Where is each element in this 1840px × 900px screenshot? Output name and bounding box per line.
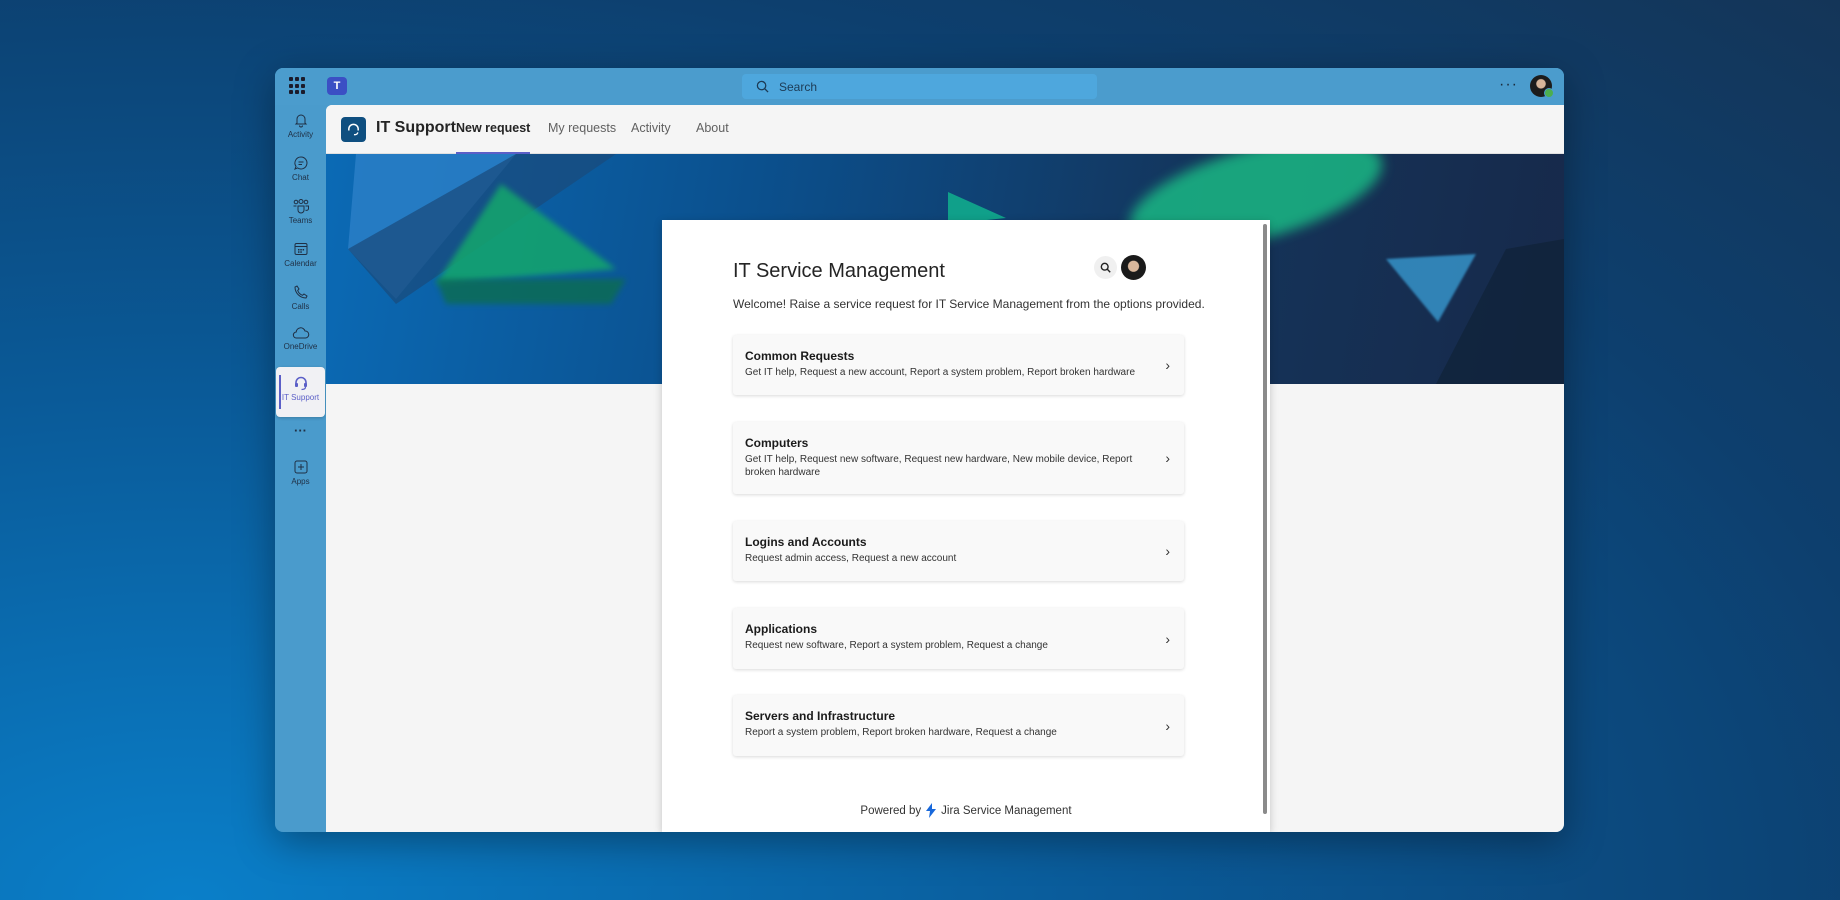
title-bar: T Search ···	[275, 68, 1564, 105]
more-options-button[interactable]: ···	[1499, 76, 1518, 94]
user-avatar[interactable]	[1530, 75, 1554, 98]
item-description: Request new software, Report a system pr…	[745, 640, 1048, 651]
item-description: Report a system problem, Report broken h…	[745, 727, 1057, 738]
search-icon	[1100, 262, 1111, 273]
teams-window: T Search ··· Activity Chat Teams Calenda…	[275, 68, 1564, 832]
cloud-icon	[292, 327, 309, 339]
request-group-servers-infrastructure[interactable]: Servers and Infrastructure Report a syst…	[733, 695, 1184, 756]
request-group-logins-accounts[interactable]: Logins and Accounts Request admin access…	[733, 521, 1184, 581]
request-group-computers[interactable]: Computers Get IT help, Request new softw…	[733, 422, 1184, 494]
search-icon	[756, 80, 769, 93]
rail-label: Teams	[288, 216, 313, 225]
bell-icon	[294, 114, 307, 128]
item-title: Computers	[745, 436, 809, 450]
app-launcher-icon[interactable]	[289, 77, 307, 95]
rail-label: Chat	[292, 173, 309, 182]
chevron-right-icon: ›	[1165, 717, 1170, 734]
rail-item-chat[interactable]: Chat	[275, 150, 326, 192]
app-rail: Activity Chat Teams Calendar Calls OneDr…	[275, 105, 326, 832]
app-header: IT Support New request My requests Activ…	[326, 105, 1564, 154]
rail-label: Apps	[291, 477, 310, 486]
scrollbar[interactable]	[1263, 224, 1267, 814]
rail-item-activity[interactable]: Activity	[275, 107, 326, 149]
portal-card: IT Service Management Welcome! Raise a s…	[662, 220, 1270, 832]
app-content: IT Support New request My requests Activ…	[326, 105, 1564, 832]
chevron-right-icon: ›	[1165, 357, 1170, 373]
portal-search-button[interactable]	[1094, 256, 1117, 279]
rail-label: IT Support	[281, 393, 320, 402]
powered-by-footer: Powered by Jira Service Management	[662, 803, 1270, 818]
teams-logo-icon: T	[327, 77, 347, 95]
tab-new-request[interactable]: New request	[456, 121, 531, 154]
portal-user-avatar[interactable]	[1121, 255, 1146, 280]
powered-by-label: Powered by	[860, 804, 922, 817]
plus-icon	[294, 460, 307, 474]
search-placeholder: Search	[779, 79, 818, 94]
item-description: Get IT help, Request a new account, Repo…	[745, 367, 1136, 378]
jira-lightning-icon	[926, 803, 937, 818]
item-title: Applications	[745, 622, 818, 636]
rail-item-teams[interactable]: Teams	[275, 193, 326, 235]
request-group-applications[interactable]: Applications Request new software, Repor…	[733, 608, 1184, 669]
item-title: Servers and Infrastructure	[745, 709, 896, 723]
item-description: Get IT help, Request new software, Reque…	[745, 454, 1133, 478]
chevron-right-icon: ›	[1165, 630, 1170, 647]
welcome-text: Welcome! Raise a service request for IT …	[733, 297, 1205, 311]
teams-icon	[293, 199, 309, 214]
calendar-icon	[294, 243, 307, 255]
headset-icon	[294, 376, 307, 391]
tab-about[interactable]: About	[696, 121, 729, 154]
rail-label: Activity	[287, 130, 314, 139]
phone-icon	[293, 285, 308, 299]
rail-item-calendar[interactable]: Calendar	[275, 236, 326, 278]
rail-item-calls[interactable]: Calls	[275, 279, 326, 321]
rail-label: OneDrive	[283, 342, 318, 351]
rail-label: Calendar	[284, 259, 317, 268]
jira-service-management-link[interactable]: Jira Service Management	[941, 805, 1071, 817]
chevron-right-icon: ›	[1165, 543, 1170, 559]
rail-item-it-support[interactable]: IT Support	[276, 367, 325, 417]
rail-item-apps[interactable]: Apps	[275, 454, 326, 496]
rail-item-onedrive[interactable]: OneDrive	[275, 321, 326, 363]
item-title: Logins and Accounts	[745, 535, 867, 549]
item-description: Request admin access, Request a new acco…	[745, 553, 957, 564]
tab-activity[interactable]: Activity	[631, 121, 671, 154]
rail-label: Calls	[291, 302, 310, 311]
search-input[interactable]: Search	[742, 74, 1097, 99]
request-group-common-requests[interactable]: Common Requests Get IT help, Request a n…	[733, 335, 1184, 395]
chevron-right-icon: ›	[1165, 450, 1170, 466]
tab-my-requests[interactable]: My requests	[548, 121, 616, 154]
it-support-logo-icon	[341, 117, 366, 142]
chat-icon	[293, 156, 307, 170]
item-title: Common Requests	[745, 349, 855, 363]
portal-title: IT Service Management	[733, 260, 945, 282]
app-title: IT Support	[376, 119, 456, 136]
